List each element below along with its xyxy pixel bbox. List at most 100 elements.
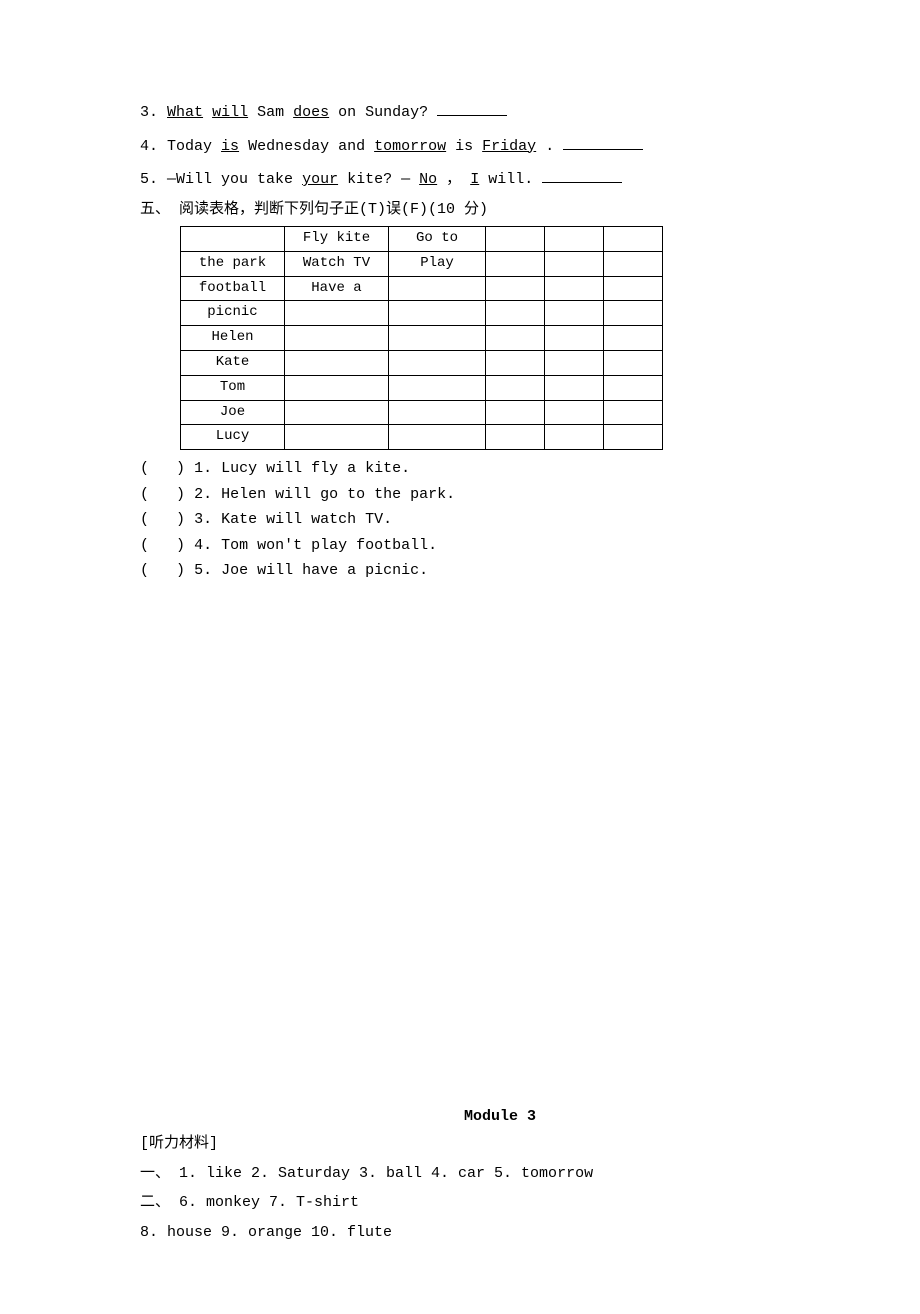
table-row: Joe [181,400,663,425]
table-cell [486,326,545,351]
tf-item-5: ( ) 5. Joe will have a picnic. [140,558,860,584]
q4-part3: Wednesday and [248,138,374,155]
table-cell [389,301,486,326]
q3-part2: will [212,104,248,121]
table-cell [604,251,663,276]
q5-blank[interactable] [542,167,622,183]
q4-part4: tomorrow [374,138,446,155]
table-cell [389,326,486,351]
q5-part6: I [470,171,479,188]
table-cell: Helen [181,326,285,351]
q4-part2: is [221,138,239,155]
answers-line-2: 二、 6. monkey 7. T-shirt [140,1190,860,1216]
table-cell: football [181,276,285,301]
document-page: 3. What will Sam does on Sunday? 4. Toda… [0,0,920,1309]
table-cell [389,400,486,425]
q5-part1: —Will you take [167,171,302,188]
q5-part4: No [419,171,437,188]
tf-text: 1. Lucy will fly a kite. [194,460,410,477]
table-cell [604,276,663,301]
table-row: Lucy [181,425,663,450]
q5-part2: your [302,171,338,188]
answers-line-1: 一、 1. like 2. Saturday 3. ball 4. car 5.… [140,1161,860,1187]
table-cell [604,326,663,351]
table-cell [486,375,545,400]
section-5-heading: 五、 阅读表格，判断下列句子正(T)误(F)(10 分) [140,197,860,223]
table-cell: Kate [181,350,285,375]
table-cell [545,251,604,276]
table-cell [486,301,545,326]
paren-open: ( [140,562,149,579]
table-row: Tom [181,375,663,400]
table-cell [486,251,545,276]
table-row: Kate [181,350,663,375]
q5-part5: ， [446,171,461,188]
table-cell [604,301,663,326]
paren-close: ) [176,537,185,554]
answers-label: [听力材料] [140,1131,860,1157]
tf-item-1: ( ) 1. Lucy will fly a kite. [140,456,860,482]
table-cell: Tom [181,375,285,400]
table-cell [486,276,545,301]
table-cell [545,375,604,400]
table-cell [389,375,486,400]
q4-blank[interactable] [563,134,643,150]
question-5: 5. —Will you take your kite? — No ， I wi… [140,167,860,193]
table-cell [389,276,486,301]
table-cell [285,301,389,326]
tf-text: 5. Joe will have a picnic. [194,562,428,579]
table-cell [604,227,663,252]
q3-blank[interactable] [437,100,507,116]
table-cell [545,400,604,425]
table-cell [486,400,545,425]
q5-num: 5. [140,171,158,188]
table-cell: Lucy [181,425,285,450]
table-cell [486,227,545,252]
paren-open: ( [140,511,149,528]
table-cell [486,350,545,375]
table-cell [604,375,663,400]
tf-text: 3. Kate will watch TV. [194,511,392,528]
question-4: 4. Today is Wednesday and tomorrow is Fr… [140,134,860,160]
answers-line-3: 8. house 9. orange 10. flute [140,1220,860,1246]
table-row: Fly kite Go to [181,227,663,252]
table-cell [486,425,545,450]
table-cell [604,425,663,450]
paren-close: ) [176,460,185,477]
table-cell [545,301,604,326]
q3-part3: Sam [257,104,293,121]
paren-close: ) [176,562,185,579]
q3-part1: What [167,104,203,121]
answers-block: [听力材料] 一、 1. like 2. Saturday 3. ball 4.… [140,1131,860,1245]
table-cell: Play [389,251,486,276]
table-cell: Joe [181,400,285,425]
table-cell [604,350,663,375]
table-row: football Have a [181,276,663,301]
q4-part1: Today [167,138,221,155]
tf-item-4: ( ) 4. Tom won't play football. [140,533,860,559]
paren-close: ) [176,486,185,503]
table-row: Helen [181,326,663,351]
table-cell [285,425,389,450]
table-cell: Have a [285,276,389,301]
table-cell [545,276,604,301]
tf-text: 2. Helen will go to the park. [194,486,455,503]
tf-item-3: ( ) 3. Kate will watch TV. [140,507,860,533]
question-3: 3. What will Sam does on Sunday? [140,100,860,126]
table-cell [181,227,285,252]
table-cell: the park [181,251,285,276]
q5-part3: kite? — [347,171,410,188]
table-row: the park Watch TV Play [181,251,663,276]
q5-part7: will. [488,171,533,188]
table-cell [285,326,389,351]
table-cell [545,425,604,450]
table-cell [545,350,604,375]
q4-part6: Friday [482,138,536,155]
table-cell: Watch TV [285,251,389,276]
table-cell [285,350,389,375]
activity-table: Fly kite Go to the park Watch TV Play fo… [180,226,663,450]
q3-part4: does [293,104,329,121]
tf-item-2: ( ) 2. Helen will go to the park. [140,482,860,508]
q3-part5: on Sunday? [338,104,437,121]
tf-text: 4. Tom won't play football. [194,537,437,554]
